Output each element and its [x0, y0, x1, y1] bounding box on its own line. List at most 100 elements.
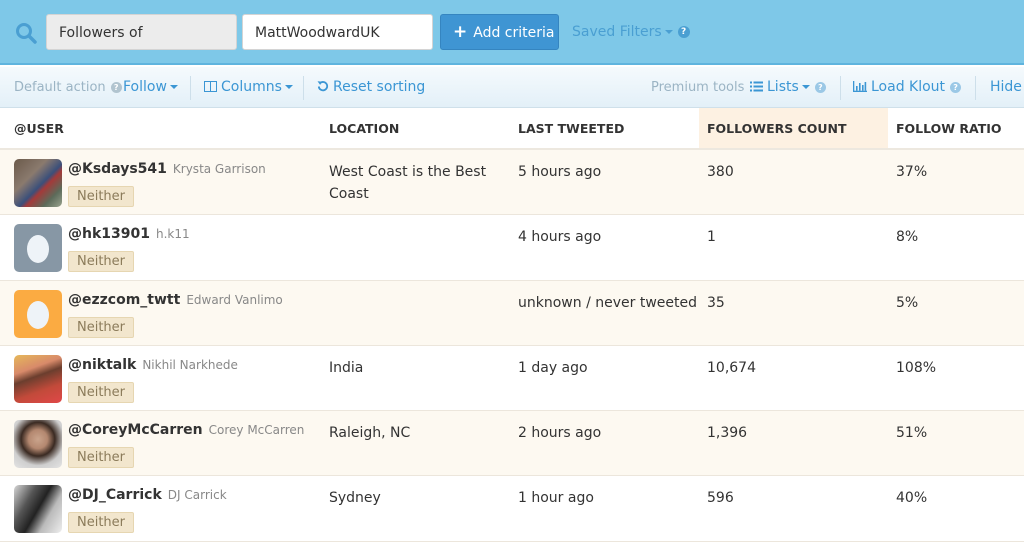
table-row[interactable]: @CoreyMcCarren Corey McCarren Neither Ral…	[0, 411, 1024, 477]
column-header-location[interactable]: LOCATION	[315, 108, 504, 148]
caret-down-icon	[169, 85, 178, 89]
follow-ratio-cell: 37%	[896, 164, 928, 180]
relationship-badge: Neither	[68, 512, 135, 534]
relationship-badge: Neither	[68, 251, 135, 273]
criteria-type-select[interactable]: Followers of	[46, 14, 237, 50]
divider	[840, 76, 841, 100]
follow-ratio-cell: 108%	[896, 359, 937, 376]
last-tweeted-cell: 1 hour ago	[518, 490, 594, 507]
plus-icon: +	[453, 22, 468, 42]
avatar[interactable]	[14, 224, 62, 273]
table-row[interactable]: @ezzcom_twtt Edward Vanlimo Neither unkno…	[0, 280, 1024, 346]
relationship-badge: Neither	[68, 447, 135, 469]
caret-down-icon	[664, 30, 673, 34]
followers-count-cell: 35	[707, 294, 725, 311]
caret-down-icon	[284, 85, 293, 89]
relationship-badge: Neither	[68, 316, 135, 338]
load-klout-label: Load Klout	[871, 79, 946, 95]
relationship-badge: Neither	[68, 186, 135, 207]
reset-sorting-button[interactable]: Reset sorting	[317, 67, 425, 108]
load-klout-button[interactable]: Load Klout	[853, 67, 962, 108]
saved-filters-label: Saved Filters	[572, 24, 662, 40]
avatar[interactable]	[14, 485, 62, 534]
saved-filters-dropdown[interactable]: Saved Filters	[572, 23, 690, 41]
column-header-user[interactable]: @USER	[0, 108, 315, 148]
lists-dropdown[interactable]: Lists	[750, 67, 826, 108]
followers-count-cell: 1	[707, 229, 716, 246]
action-toolbar: Default action Follow Columns Reset sort…	[0, 67, 1024, 108]
follow-ratio-cell: 8%	[896, 229, 919, 246]
default-action-dropdown[interactable]: Follow	[123, 67, 178, 108]
user-full-name: Krysta Garrison	[172, 162, 266, 176]
avatar[interactable]	[14, 289, 62, 338]
help-icon[interactable]	[814, 81, 826, 93]
handle-text[interactable]: @Ksdays541	[68, 161, 167, 177]
divider	[303, 76, 304, 100]
add-criteria-button[interactable]: + Add criteria	[440, 14, 559, 50]
last-tweeted-cell: 1 day ago	[518, 359, 588, 376]
user-handle[interactable]: @ezzcom_twtt Edward Vanlimo	[68, 292, 283, 308]
lists-label: Lists	[767, 79, 799, 95]
divider	[190, 76, 191, 100]
last-tweeted-cell: 2 hours ago	[518, 425, 602, 442]
user-full-name: Nikhil Narkhede	[142, 357, 238, 372]
reset-sorting-label: Reset sorting	[333, 79, 426, 95]
handle-text[interactable]: @hk13901	[68, 226, 150, 242]
avatar[interactable]	[14, 354, 62, 403]
user-handle[interactable]: @niktalk Nikhil Narkhede	[68, 357, 238, 373]
follow-ratio-cell: 51%	[896, 425, 928, 442]
user-handle[interactable]: @hk13901 h.k11	[68, 226, 190, 242]
table-body: @Ksdays541 Krysta Garrison Neither West C…	[0, 150, 1024, 542]
follow-ratio-cell: 5%	[896, 294, 919, 311]
search-icon	[16, 23, 37, 44]
location-cell: Sydney	[329, 490, 381, 507]
followers-count-cell: 380	[707, 164, 734, 180]
handle-text[interactable]: @DJ_Carrick	[68, 487, 162, 503]
handle-text[interactable]: @CoreyMcCarren	[68, 422, 203, 438]
location-cell: Raleigh, NC	[329, 425, 411, 442]
criteria-value-input[interactable]: MattWoodwardUK	[242, 14, 433, 50]
user-handle[interactable]: @DJ_Carrick DJ Carrick	[68, 487, 227, 503]
location-cell: India	[329, 359, 364, 376]
users-table: @USER LOCATION LAST TWEETED FOLLOWERS CO…	[0, 108, 1024, 542]
last-tweeted-cell: unknown / never tweeted	[518, 294, 697, 311]
columns-icon	[204, 80, 217, 92]
columns-dropdown[interactable]: Columns	[204, 67, 293, 108]
user-full-name: h.k11	[155, 227, 190, 242]
columns-label: Columns	[221, 79, 282, 95]
last-tweeted-cell: 5 hours ago	[518, 164, 602, 180]
help-icon[interactable]	[677, 26, 690, 38]
follow-ratio-cell: 40%	[896, 490, 928, 507]
hide-button[interactable]: Hide	[990, 67, 1022, 108]
user-full-name: Corey McCarren	[208, 423, 305, 438]
table-row[interactable]: @Ksdays541 Krysta Garrison Neither West C…	[0, 150, 1024, 216]
default-egg-icon	[27, 235, 49, 264]
user-handle[interactable]: @CoreyMcCarren Corey McCarren	[68, 422, 304, 438]
help-icon[interactable]	[950, 81, 962, 93]
column-header-followers-count[interactable]: FOLLOWERS COUNT	[699, 108, 888, 148]
followers-count-cell: 10,674	[707, 359, 756, 376]
reset-icon	[317, 81, 329, 92]
relationship-badge: Neither	[68, 381, 135, 403]
user-full-name: DJ Carrick	[167, 488, 227, 503]
help-icon[interactable]	[110, 82, 122, 93]
handle-text[interactable]: @ezzcom_twtt	[68, 292, 180, 308]
table-row[interactable]: @hk13901 h.k11 Neither 4 hours ago 1 8%	[0, 215, 1024, 281]
user-full-name: Edward Vanlimo	[186, 292, 283, 307]
avatar[interactable]	[14, 420, 62, 469]
caret-down-icon	[801, 85, 810, 89]
followers-count-cell: 596	[707, 490, 734, 507]
followers-count-cell: 1,396	[707, 425, 748, 442]
avatar[interactable]	[14, 159, 62, 207]
bar-chart-icon	[853, 80, 867, 92]
table-header: @USER LOCATION LAST TWEETED FOLLOWERS CO…	[0, 108, 1024, 150]
list-icon	[750, 81, 763, 91]
column-header-last-tweeted[interactable]: LAST TWEETED	[504, 108, 693, 148]
default-egg-icon	[27, 300, 49, 329]
table-row[interactable]: @DJ_Carrick DJ Carrick Neither Sydney 1 h…	[0, 476, 1024, 542]
premium-tools-label: Premium tools	[651, 80, 745, 95]
user-handle[interactable]: @Ksdays541 Krysta Garrison	[68, 161, 266, 177]
column-header-follow-ratio[interactable]: FOLLOW RATIO	[888, 108, 1024, 148]
table-row[interactable]: @niktalk Nikhil Narkhede Neither India 1 …	[0, 345, 1024, 412]
handle-text[interactable]: @niktalk	[68, 357, 136, 373]
